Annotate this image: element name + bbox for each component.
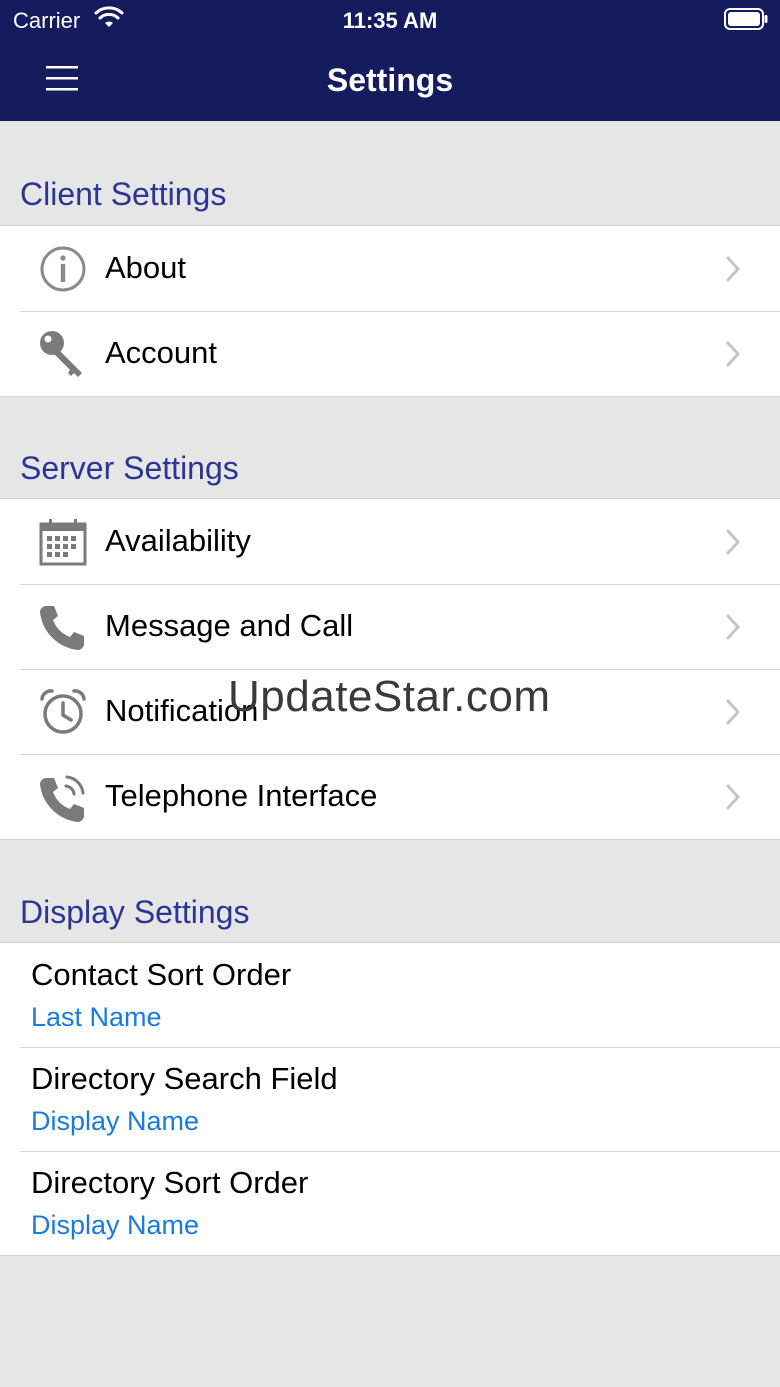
key-icon xyxy=(40,331,82,377)
setting-value: Display Name xyxy=(31,1106,200,1136)
client-settings-group: About Account xyxy=(0,225,780,397)
settings-row-account[interactable]: Account xyxy=(0,311,780,396)
row-label: Availability xyxy=(105,523,251,558)
battery-icon xyxy=(724,8,768,30)
chevron-right-icon xyxy=(726,614,740,640)
settings-row-message-and-call[interactable]: Message and Call xyxy=(0,584,780,669)
row-label: About xyxy=(105,250,187,285)
server-settings-group: Availability Message and Call Notificati… xyxy=(0,498,780,840)
section-header-display: Display Settings xyxy=(20,894,250,930)
phone-icon xyxy=(40,606,84,650)
row-label: Message and Call xyxy=(105,608,354,643)
chevron-right-icon xyxy=(726,699,740,725)
page-title: Settings xyxy=(326,62,454,98)
setting-title: Directory Search Field xyxy=(31,1061,338,1096)
row-label: Telephone Interface xyxy=(105,778,378,813)
info-icon xyxy=(40,246,86,292)
chevron-right-icon xyxy=(726,784,740,810)
navigation-bar: Carrier 11:35 AM Settings xyxy=(0,0,780,121)
status-time: 11:35 AM xyxy=(342,8,438,33)
section-header-client: Client Settings xyxy=(20,176,227,212)
setting-value: Last Name xyxy=(31,1002,162,1032)
chevron-right-icon xyxy=(726,256,740,282)
chevron-right-icon xyxy=(726,341,740,367)
setting-directory-sort-order[interactable]: Directory Sort Order Display Name xyxy=(0,1151,780,1255)
section-header-server: Server Settings xyxy=(20,450,239,486)
settings-row-telephone-interface[interactable]: Telephone Interface xyxy=(0,754,780,839)
setting-title: Contact Sort Order xyxy=(31,957,292,992)
phone-ringing-icon xyxy=(40,775,85,822)
chevron-right-icon xyxy=(726,529,740,555)
watermark-text: UpdateStar.com xyxy=(228,672,551,721)
settings-row-availability[interactable]: Availability xyxy=(0,499,780,584)
calendar-icon xyxy=(39,519,87,566)
alarm-clock-icon xyxy=(40,689,86,734)
display-settings-group: Contact Sort Order Last Name Directory S… xyxy=(0,942,780,1256)
settings-row-about[interactable]: About xyxy=(0,226,780,311)
setting-value: Display Name xyxy=(31,1210,200,1240)
row-label: Account xyxy=(105,335,218,370)
setting-title: Directory Sort Order xyxy=(31,1165,309,1200)
setting-contact-sort-order[interactable]: Contact Sort Order Last Name xyxy=(0,943,780,1047)
setting-directory-search-field[interactable]: Directory Search Field Display Name xyxy=(0,1047,780,1151)
